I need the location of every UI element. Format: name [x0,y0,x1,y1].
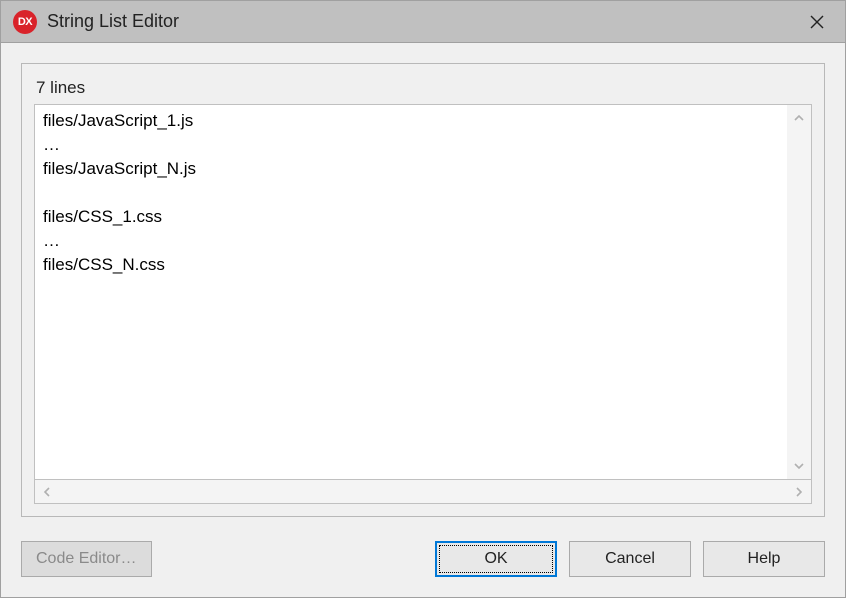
vertical-scrollbar[interactable] [787,105,811,479]
window-title: String List Editor [47,11,797,32]
scroll-left-icon[interactable] [43,484,51,500]
line-count-label: 7 lines [34,78,812,98]
scroll-up-icon[interactable] [794,111,804,125]
code-editor-button: Code Editor… [21,541,152,577]
button-row: Code Editor… OK Cancel Help [21,541,825,577]
close-button[interactable] [797,3,837,41]
help-button[interactable]: Help [703,541,825,577]
editor-group: 7 lines files/JavaScript_1.js … files/Ja… [21,63,825,517]
dialog-window: DX String List Editor 7 lines files/Java… [0,0,846,598]
titlebar: DX String List Editor [1,1,845,43]
text-content[interactable]: files/JavaScript_1.js … files/JavaScript… [35,105,787,479]
app-icon: DX [13,10,37,34]
app-icon-text: DX [18,16,32,28]
text-area[interactable]: files/JavaScript_1.js … files/JavaScript… [34,104,812,480]
horizontal-scrollbar[interactable] [34,480,812,504]
cancel-button[interactable]: Cancel [569,541,691,577]
scroll-right-icon[interactable] [795,484,803,500]
scroll-down-icon[interactable] [794,459,804,473]
close-icon [810,15,824,29]
dialog-body: 7 lines files/JavaScript_1.js … files/Ja… [1,43,845,597]
ok-button[interactable]: OK [435,541,557,577]
